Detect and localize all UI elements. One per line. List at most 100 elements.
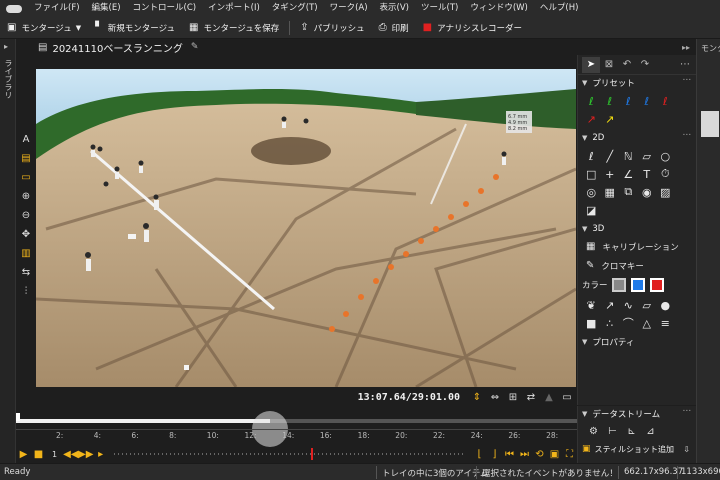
rewind-icon[interactable]: ◀◀ [63,449,78,460]
export-icon[interactable]: ⇩ [683,445,690,454]
chart-edit-icon[interactable]: ⊿ [641,426,660,437]
speed-value[interactable]: 1 [52,450,57,459]
snapshot-icon[interactable]: ▣ [547,449,562,460]
more-icon[interactable]: ⋯ [683,75,692,85]
bezier-icon[interactable]: ⌒ [619,314,638,332]
fullscreen-icon[interactable]: ⛶ [562,449,577,460]
leaf-icon[interactable]: ❦ [582,296,601,314]
fast-forward-icon[interactable]: ▶▶ [78,449,93,460]
menu-import[interactable]: インポート(I) [202,0,266,17]
edit-title-icon[interactable]: ✎ [191,42,199,52]
mark-out-icon[interactable]: ⌋ [487,449,502,460]
3d-section-header[interactable]: ▼ 3D [578,221,696,237]
sliders-icon[interactable]: ⇆ [16,263,36,282]
in-point-marker[interactable] [16,413,20,421]
panel-collapse-icon[interactable]: ▸▸ [682,43,690,52]
filmstrip-icon[interactable]: ▥ [16,244,36,263]
spray-icon[interactable]: ∴ [601,314,620,332]
text-icon[interactable]: T [638,165,657,183]
grid-icon[interactable]: ▦ [601,183,620,201]
redo-icon[interactable]: ↷ [636,57,654,73]
freehand-icon[interactable]: ℓ [582,147,601,165]
red-curve-preset-icon[interactable]: ℓ [656,92,675,110]
target-icon[interactable]: ◉ [638,183,657,201]
new-montage-button[interactable]: ▘ 新規モンタージュ [88,17,182,39]
shape-icon[interactable]: ▱ [638,296,657,314]
circle-icon[interactable]: ○ [656,147,675,165]
2d-section-header[interactable]: ▼ 2D ⋯ [578,130,696,146]
properties-section-header[interactable]: ▼ プロパティ [578,334,696,350]
add-still-shot-button[interactable]: ▣ スティルショット追加 ⇩ [578,440,696,458]
wave-icon[interactable]: ∿ [619,296,638,314]
settings-icon[interactable]: ⚙ [584,426,603,437]
fit-width-icon[interactable]: ⇔ [486,392,504,403]
montage-dropdown-button[interactable]: ▣ モンタージュ ▼ [0,17,88,39]
blue-curve-preset-icon[interactable]: ℓ [638,92,657,110]
loop-icon[interactable]: ⟲ [532,449,547,460]
analysis-recorder-button[interactable]: ■ アナリシスレコーダー [416,17,529,39]
menu-file[interactable]: ファイル(F) [28,0,86,17]
line-icon[interactable]: ╱ [601,147,620,165]
swatch-none[interactable] [611,278,626,292]
fill-square-icon[interactable]: ■ [582,314,601,332]
chart-icon[interactable]: ◪ [582,201,601,219]
align-icon[interactable]: ⊞ [504,392,522,403]
menu-tools[interactable]: ツール(T) [415,0,464,17]
save-montage-button[interactable]: ▦ モンタージュを保存 [182,17,286,39]
menu-view[interactable]: 表示(V) [374,0,415,17]
more-icon[interactable]: ⋯ [676,57,694,73]
arrow-icon[interactable]: ↗ [601,296,620,314]
montage-thumbnail[interactable] [701,111,719,137]
stop-icon[interactable]: ■ [31,449,46,460]
zoom-in-icon[interactable]: ⊕ [16,187,36,206]
library-tab[interactable]: ライブラリ [3,59,14,99]
more-icon[interactable]: ⋯ [683,130,692,140]
previous-icon[interactable]: ⏮ [502,449,517,460]
polyline-icon[interactable]: ℕ [619,147,638,165]
mark-in-icon[interactable]: ⌊ [472,449,487,460]
lines-icon[interactable]: ≡ [656,314,675,332]
chart-add-icon[interactable]: ⊢ [603,426,622,437]
next-icon[interactable]: ⏭ [517,449,532,460]
fit-height-icon[interactable]: ⇕ [468,392,486,403]
stopwatch-icon[interactable]: ⏱ [656,165,675,183]
chroma-key-item[interactable]: ✎ クロマキー [578,256,696,275]
menu-tagging[interactable]: タギング(T) [266,0,324,17]
menu-work[interactable]: ワーク(A) [324,0,374,17]
polygon-icon[interactable]: ▱ [638,147,657,165]
jog-scrubber[interactable] [114,448,466,460]
rectangle-icon[interactable]: □ [582,165,601,183]
green-curve-preset-icon[interactable]: ℓ [601,92,620,110]
montage-tab[interactable]: モンタ [701,43,720,54]
progress-bar[interactable] [16,411,577,447]
video-viewport[interactable]: 6.7 mm 4.9 mm 8.2 mm [36,69,576,387]
publish-button[interactable]: ⇪ パブリッシュ [293,17,371,39]
menu-help[interactable]: ヘルプ(H) [534,0,585,17]
zoom-out-icon[interactable]: ⊖ [16,206,36,225]
layers-icon[interactable]: ▤ [16,149,36,168]
expand-arrow-icon[interactable]: ▸ [4,42,8,51]
fill-circle-icon[interactable]: ● [656,296,675,314]
red-arrow-preset-icon[interactable]: ↗ [582,110,601,128]
triangle-icon[interactable]: △ [638,314,657,332]
swatch-red[interactable] [649,278,664,292]
play-icon[interactable]: ▶ [16,449,31,460]
lock-icon[interactable]: ▲ [540,392,558,403]
overlay-icon[interactable]: ▭ [558,392,576,403]
green-curve-preset-icon[interactable]: ℓ [582,92,601,110]
image-icon[interactable]: ▨ [656,183,675,201]
spotlight-icon[interactable]: ◎ [582,183,601,201]
yellow-arrow-preset-icon[interactable]: ↗ [601,110,620,128]
print-button[interactable]: ⎙ 印刷 [372,17,416,39]
menu-window[interactable]: ウィンドウ(W) [464,0,534,17]
data-stream-header[interactable]: ▼ データストリーム ⋯ [578,406,696,422]
event-marker[interactable] [311,448,314,460]
undo-icon[interactable]: ↶ [618,57,636,73]
menu-edit[interactable]: 編集(E) [86,0,127,17]
swatch-blue[interactable] [630,278,645,292]
mirror-icon[interactable]: ⇄ [522,392,540,403]
adjust-icon[interactable]: ⫶ [16,282,36,301]
crosshair-icon[interactable]: + [601,165,620,183]
step-icon[interactable]: ▸ [93,449,108,460]
text-overlay-icon[interactable]: A [16,130,36,149]
